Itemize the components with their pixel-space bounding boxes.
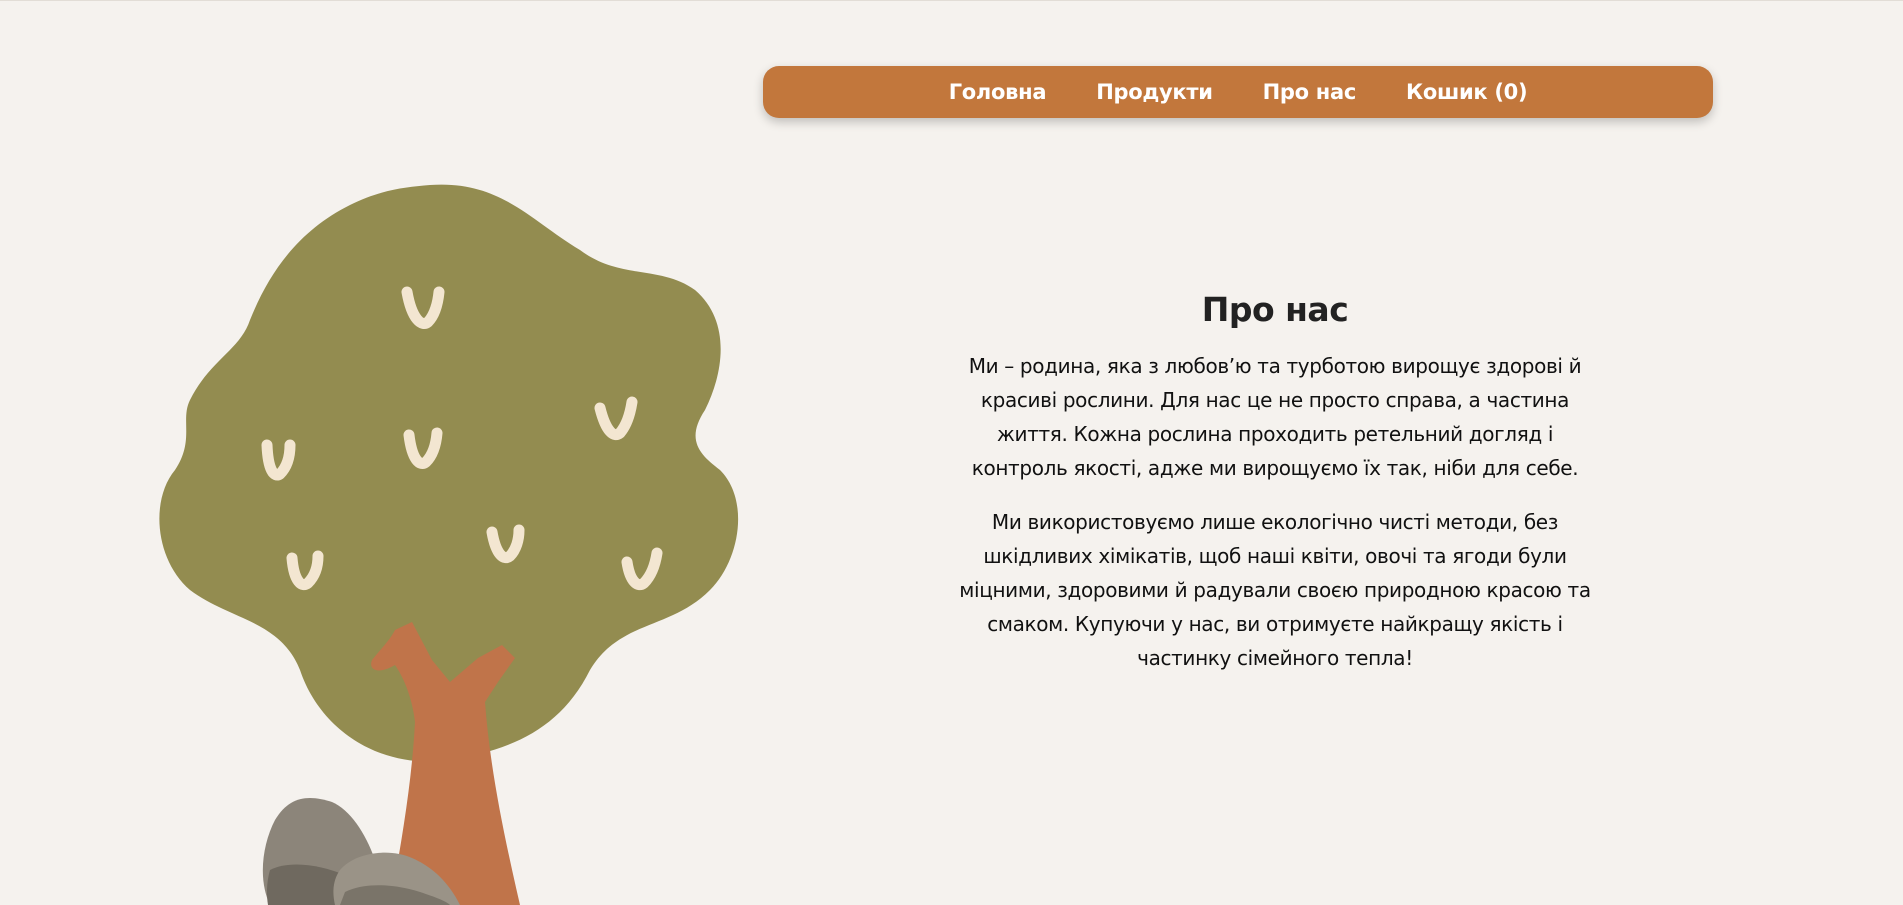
- tree-crown: [159, 184, 739, 762]
- about-paragraph-1: Ми – родина, яка з любов’ю та турботою в…: [968, 354, 1582, 480]
- nav-link-products[interactable]: Продукти: [1096, 80, 1213, 104]
- nav-link-cart[interactable]: Кошик (0): [1406, 80, 1528, 104]
- about-section: Про нас Ми – родина, яка з любов’ю та ту…: [955, 290, 1595, 695]
- about-title: Про нас: [1201, 290, 1349, 329]
- nav-link-about[interactable]: Про нас: [1263, 80, 1357, 104]
- nav-link-home[interactable]: Головна: [949, 80, 1047, 104]
- main-nav: Головна Продукти Про нас Кошик (0): [763, 66, 1713, 118]
- tree-svg: [159, 184, 739, 905]
- about-paragraph-2: Ми використовуємо лише екологічно чисті …: [959, 510, 1591, 670]
- top-border: [0, 0, 1903, 1]
- tree-illustration: [150, 170, 750, 905]
